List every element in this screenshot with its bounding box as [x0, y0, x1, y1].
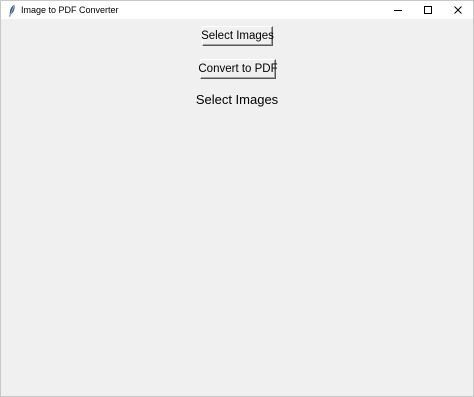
- main-panel: Select Images Convert to PDF Select Imag…: [1, 19, 473, 396]
- window-controls: [383, 1, 473, 19]
- close-icon: [454, 6, 462, 14]
- status-label: Select Images: [195, 92, 279, 107]
- minimize-button[interactable]: [383, 1, 413, 19]
- title-bar[interactable]: Image to PDF Converter: [1, 1, 473, 19]
- app-window: Image to PDF Converter Select Images Con…: [0, 0, 474, 397]
- maximize-button[interactable]: [413, 1, 443, 19]
- close-button[interactable]: [443, 1, 473, 19]
- feather-icon: [7, 3, 17, 17]
- minimize-icon: [394, 10, 402, 11]
- select-images-button[interactable]: Select Images: [201, 26, 274, 46]
- maximize-icon: [424, 6, 432, 14]
- convert-to-pdf-button[interactable]: Convert to PDF: [198, 59, 278, 79]
- window-title: Image to PDF Converter: [21, 5, 119, 15]
